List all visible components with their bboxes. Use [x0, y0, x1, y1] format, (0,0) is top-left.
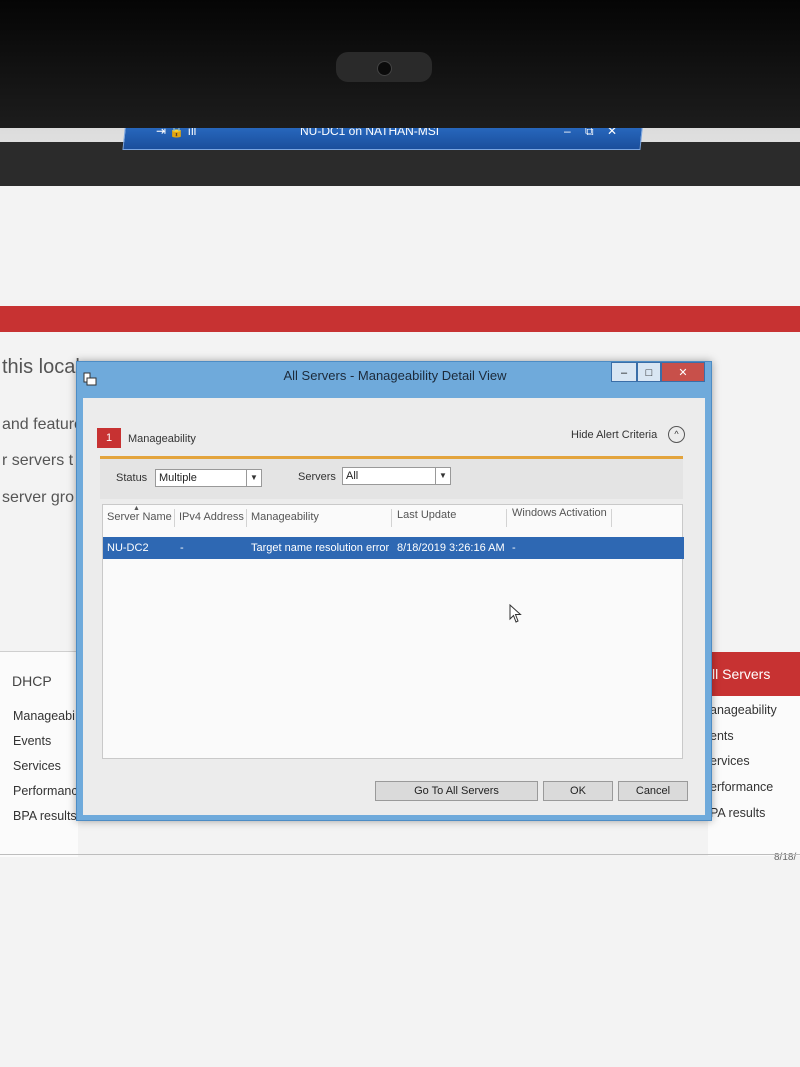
column-divider[interactable] — [391, 509, 392, 527]
servers-grid: ▲ Server Name IPv4 Address Manageability… — [102, 504, 684, 759]
divider — [0, 854, 800, 855]
go-to-all-servers-button[interactable]: Go To All Servers — [375, 781, 538, 801]
ok-button[interactable]: OK — [543, 781, 613, 801]
dhcp-events[interactable]: Events — [13, 734, 51, 748]
table-row[interactable]: NU-DC2 - Target name resolution error 8/… — [103, 537, 684, 559]
status-dropdown-value: Multiple — [159, 472, 197, 484]
all-servers-manageability[interactable]: anageability — [710, 703, 777, 717]
status-label: Status — [116, 472, 148, 484]
dialog-body: 1 Manageability Hide Alert Criteria ^ St… — [83, 398, 705, 815]
add-servers-link[interactable]: r servers t — [2, 452, 73, 470]
col-ipv4-address[interactable]: IPv4 Address — [179, 511, 244, 523]
col-manageability[interactable]: Manageability — [251, 511, 319, 523]
all-servers-events[interactable]: ents — [710, 729, 734, 743]
server-group-link[interactable]: server gro — [2, 489, 74, 507]
col-last-update[interactable]: Last Update — [397, 509, 456, 521]
servers-dropdown[interactable]: All ▼ — [342, 467, 451, 485]
notification-bar — [0, 306, 800, 332]
minimize-icon[interactable]: – — [611, 362, 637, 382]
mouse-cursor-icon — [509, 604, 522, 623]
pin-lock-signal-icon[interactable]: ⇥ 🔒 ıll — [156, 128, 196, 138]
maximize-icon[interactable]: □ — [637, 362, 661, 382]
servers-label: Servers — [298, 471, 336, 483]
status-dropdown[interactable]: Multiple ▼ — [155, 469, 262, 487]
servers-dropdown-value: All — [346, 470, 359, 482]
manageability-detail-dialog: All Servers - Manageability Detail View … — [76, 361, 712, 821]
cell-server-name: NU-DC2 — [107, 542, 149, 554]
cell-activation: - — [512, 542, 516, 554]
cell-manageability: Target name resolution error — [251, 542, 390, 554]
column-divider[interactable] — [174, 509, 175, 527]
col-server-name[interactable]: Server Name — [107, 511, 172, 523]
rdp-restore-icon[interactable]: ⧉ — [585, 128, 594, 139]
rdp-minimize-icon[interactable]: – — [564, 128, 571, 138]
collapse-chevron-up-icon[interactable]: ^ — [668, 426, 685, 443]
dhcp-manageability[interactable]: Manageabi — [13, 709, 75, 723]
all-servers-bpa-results[interactable]: PA results — [710, 806, 765, 820]
webcam-lens — [377, 61, 392, 76]
close-icon[interactable]: ✕ — [661, 362, 705, 382]
monitor-bezel — [0, 0, 800, 130]
column-divider[interactable] — [611, 509, 612, 527]
col-windows-activation[interactable]: Windows Activation — [512, 507, 607, 519]
dhcp-services[interactable]: Services — [13, 759, 61, 773]
rdp-close-icon[interactable]: ✕ — [607, 128, 617, 138]
hide-alert-criteria-link[interactable]: Hide Alert Criteria — [571, 429, 657, 441]
dhcp-bpa-results[interactable]: BPA results — [13, 809, 77, 823]
column-divider[interactable] — [506, 509, 507, 527]
dhcp-tile-title[interactable]: DHCP — [12, 673, 52, 689]
cell-last-update: 8/18/2019 3:26:16 AM — [397, 542, 505, 554]
all-servers-performance[interactable]: erformance — [710, 780, 773, 794]
chevron-down-icon: ▼ — [435, 468, 450, 484]
cancel-button[interactable]: Cancel — [618, 781, 688, 801]
dhcp-performance[interactable]: Performanc — [13, 784, 78, 798]
column-divider[interactable] — [246, 509, 247, 527]
filter-row: Status Multiple ▼ Servers All ▼ — [100, 459, 683, 499]
rdp-title: NU-DC1 on NATHAN-MSI — [300, 128, 440, 138]
cell-ipv4: - — [180, 542, 184, 554]
webcam — [336, 52, 432, 82]
alert-count-badge: 1 — [97, 428, 121, 448]
all-servers-tile-title[interactable]: ll Servers — [708, 652, 800, 696]
all-servers-services[interactable]: ervices — [710, 754, 750, 768]
alert-criteria-label: Manageability — [128, 433, 196, 445]
chevron-down-icon: ▼ — [246, 470, 261, 486]
